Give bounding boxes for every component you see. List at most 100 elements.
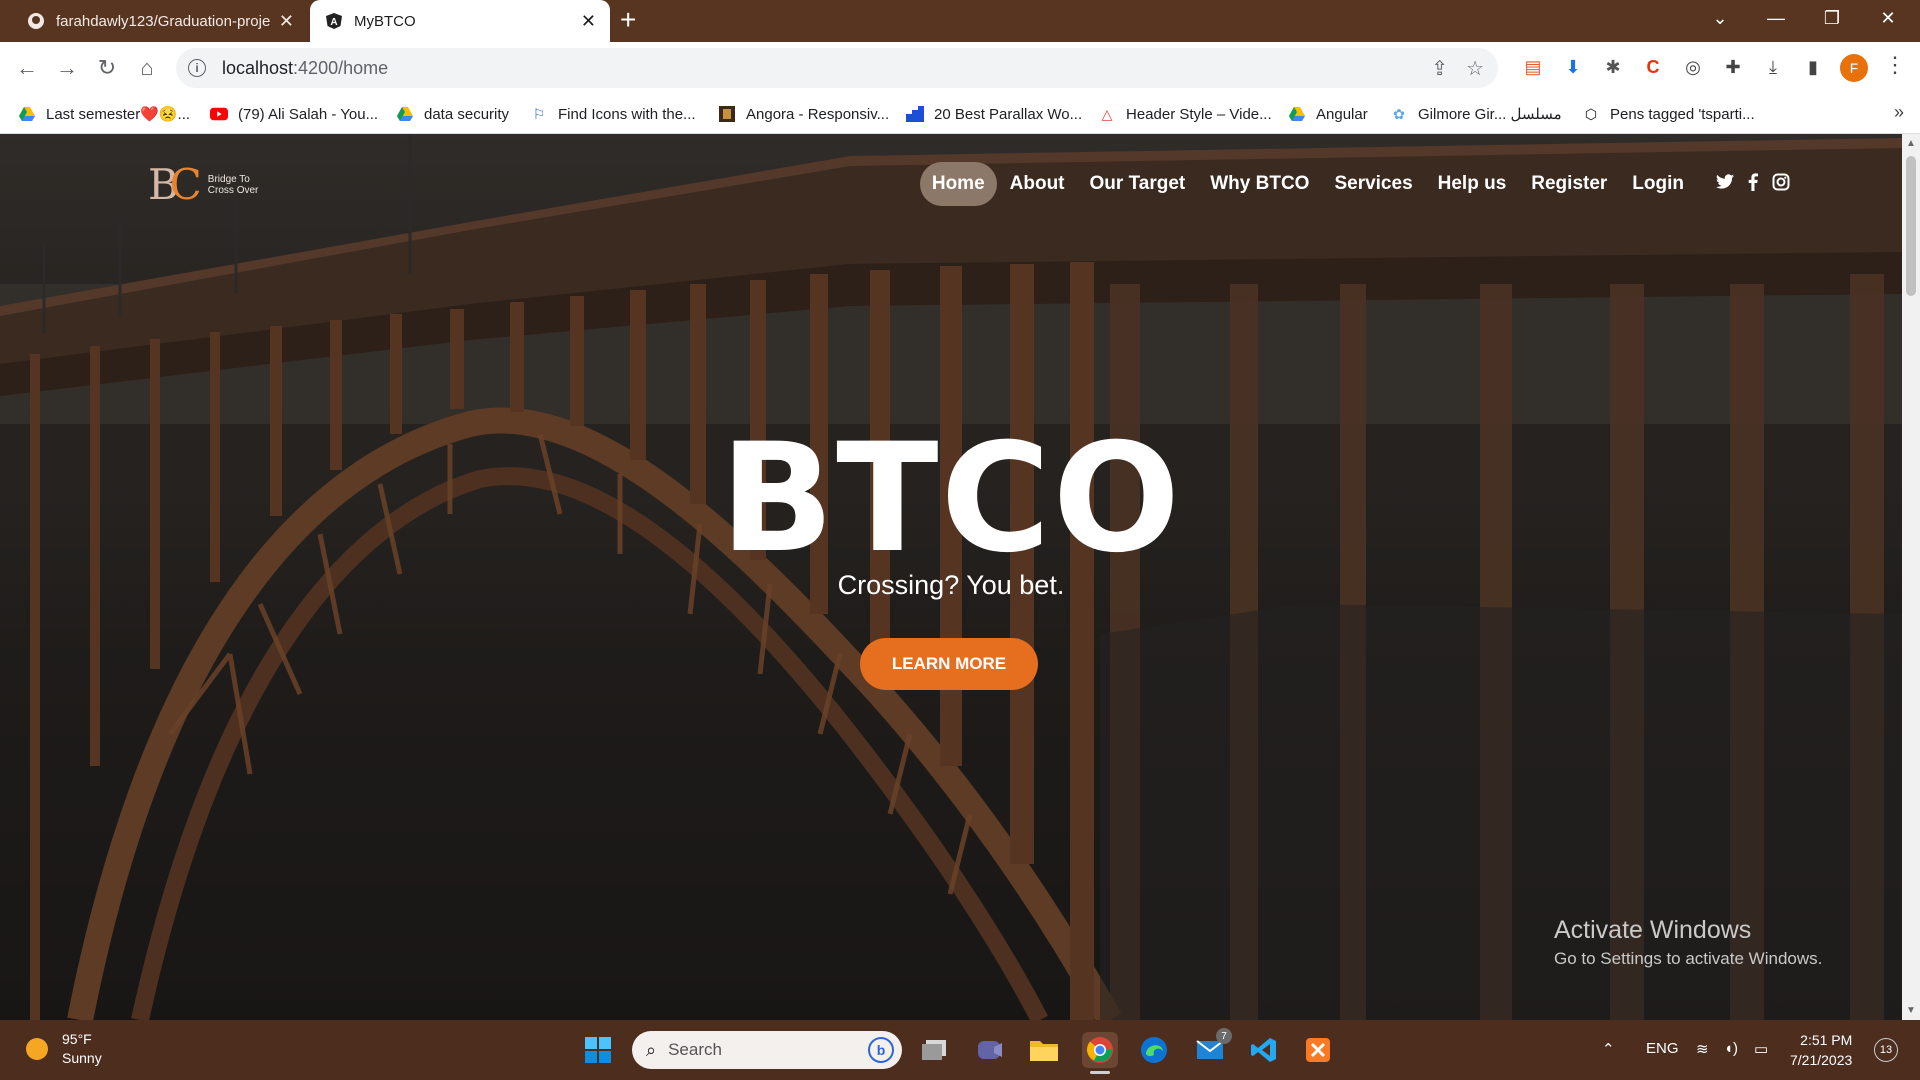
- nav-register[interactable]: Register: [1519, 162, 1619, 206]
- page-icon: [906, 105, 924, 123]
- nav-home[interactable]: Home: [919, 162, 997, 206]
- url-text[interactable]: localhost:4200/home: [222, 58, 388, 79]
- bing-icon[interactable]: b: [868, 1037, 894, 1063]
- codepen-icon: ⬡: [1584, 105, 1598, 122]
- bookmark-item[interactable]: 20 Best Parallax Wo...: [906, 94, 1082, 134]
- search-placeholder: Search: [668, 1040, 722, 1059]
- weather-temp: 95°F: [62, 1031, 92, 1047]
- page-icon: [718, 105, 736, 123]
- tab-mybtco[interactable]: A MyBTCO ✕: [310, 0, 610, 42]
- close-icon[interactable]: ✕: [279, 11, 294, 32]
- tab-github[interactable]: farahdawly123/Graduation-proje ✕: [12, 0, 308, 42]
- logo-mark: BC: [148, 160, 202, 209]
- clock-time: 2:51 PM: [1800, 1032, 1853, 1048]
- mail-badge: 7: [1216, 1028, 1232, 1044]
- nav-services[interactable]: Services: [1322, 162, 1424, 206]
- globe-icon: ✿: [1393, 105, 1405, 122]
- chevron-up-icon[interactable]: ⌃: [1602, 1040, 1615, 1058]
- share-icon[interactable]: ⇪: [1431, 56, 1448, 81]
- bookmark-item[interactable]: (79) Ali Salah - You...: [210, 94, 378, 134]
- reload-button[interactable]: ↻: [92, 54, 122, 82]
- bookmark-item[interactable]: data security: [396, 94, 509, 134]
- taskbar-search[interactable]: ⌕ Search b: [632, 1031, 902, 1069]
- tab-search-icon[interactable]: ⌄: [1692, 0, 1748, 36]
- page-scrollbar[interactable]: ▲ ▼: [1902, 134, 1920, 1020]
- weather-widget[interactable]: 95°F Sunny: [26, 1030, 102, 1068]
- google-drive-icon: [396, 105, 414, 123]
- main-nav: Home About Our Target Why BTCO Services …: [919, 162, 1790, 206]
- site-logo[interactable]: BC Bridge To Cross Over: [148, 164, 258, 206]
- scroll-down-icon[interactable]: ▼: [1906, 1005, 1916, 1016]
- bookmarks-bar: Last semester❤️😣... (79) Ali Salah - You…: [0, 94, 1920, 134]
- nav-help-us[interactable]: Help us: [1426, 162, 1519, 206]
- close-icon[interactable]: ✕: [581, 11, 596, 32]
- flag-icon: ⚐: [532, 105, 546, 122]
- teams-chat-icon[interactable]: [972, 1032, 1008, 1068]
- bookmark-item[interactable]: Angora - Responsiv...: [718, 94, 889, 134]
- site-info-icon[interactable]: i: [188, 59, 206, 77]
- tab-title: MyBTCO: [354, 12, 416, 30]
- battery-icon[interactable]: ▭: [1754, 1040, 1768, 1058]
- system-clock[interactable]: 2:51 PM 7/21/2023: [1790, 1030, 1852, 1070]
- volume-icon[interactable]: ◖): [1724, 1040, 1738, 1057]
- more-menu-icon[interactable]: ⋮: [1884, 52, 1906, 78]
- forward-button[interactable]: →: [52, 54, 82, 82]
- extension-icon[interactable]: C: [1640, 54, 1666, 80]
- bookmark-item[interactable]: Angular: [1288, 94, 1368, 134]
- tab-title: farahdawly123/Graduation-proje: [56, 12, 271, 30]
- chrome-icon[interactable]: [1082, 1032, 1118, 1074]
- clock-date: 7/21/2023: [1790, 1052, 1853, 1068]
- sun-icon: [26, 1038, 48, 1060]
- back-button[interactable]: ←: [12, 54, 42, 82]
- profile-avatar[interactable]: F: [1840, 54, 1868, 82]
- notification-count[interactable]: 13: [1874, 1038, 1898, 1062]
- nav-about[interactable]: About: [998, 162, 1077, 206]
- hero-title: BTCO: [719, 412, 1183, 586]
- browser-tab-bar: farahdawly123/Graduation-proje ✕ A MyBTC…: [0, 0, 1920, 42]
- scrollbar-thumb[interactable]: [1906, 156, 1916, 296]
- side-panel-icon[interactable]: ▮: [1800, 54, 1826, 80]
- nav-why-btco[interactable]: Why BTCO: [1198, 162, 1321, 206]
- nav-our-target[interactable]: Our Target: [1078, 162, 1198, 206]
- bookmark-item[interactable]: Last semester❤️😣...: [18, 94, 190, 134]
- wifi-icon[interactable]: ≋: [1696, 1040, 1709, 1058]
- bookmark-item[interactable]: ⚐ Find Icons with the...: [530, 94, 696, 134]
- nav-login[interactable]: Login: [1620, 162, 1696, 206]
- file-explorer-icon[interactable]: [1026, 1032, 1062, 1068]
- twitter-icon[interactable]: [1716, 173, 1734, 195]
- bookmark-item[interactable]: ✿ Gilmore Gir... مسلسل: [1390, 94, 1562, 134]
- mail-icon[interactable]: 7: [1192, 1028, 1232, 1068]
- bookmarks-overflow-icon[interactable]: »: [1894, 102, 1904, 123]
- extension-icon[interactable]: ◎: [1680, 54, 1706, 80]
- logo-text-line2: Cross Over: [207, 185, 259, 196]
- hero-subtitle: Crossing? You bet.: [837, 570, 1065, 600]
- edge-icon[interactable]: [1136, 1032, 1172, 1068]
- windows-taskbar: 95°F Sunny ⌕ Search b 7 ⌃ ENG ≋ ◖) ▭ 2:5…: [0, 1020, 1920, 1080]
- instagram-icon[interactable]: [1772, 173, 1790, 196]
- logo-text-line1: Bridge To: [207, 174, 250, 185]
- vscode-icon[interactable]: [1246, 1032, 1282, 1068]
- bug-extension-icon[interactable]: ✱: [1600, 54, 1626, 80]
- extension-icon[interactable]: ▤: [1520, 54, 1546, 80]
- restore-button[interactable]: ❐: [1804, 0, 1860, 36]
- language-indicator[interactable]: ENG: [1646, 1040, 1679, 1057]
- bookmark-item[interactable]: ⬡ Pens tagged 'tsparti...: [1582, 94, 1755, 134]
- bookmark-star-icon[interactable]: ☆: [1466, 56, 1484, 81]
- puzzle-icon[interactable]: ✚: [1720, 54, 1746, 80]
- downloads-icon[interactable]: ⤓: [1760, 54, 1786, 80]
- address-bar[interactable]: i localhost:4200/home ⇪ ☆: [176, 48, 1498, 88]
- new-tab-button[interactable]: +: [620, 6, 636, 34]
- triangle-icon: △: [1101, 105, 1113, 122]
- learn-more-button[interactable]: LEARN MORE: [860, 638, 1038, 690]
- xampp-icon[interactable]: [1300, 1032, 1336, 1068]
- start-button[interactable]: [580, 1032, 616, 1068]
- bookmark-item[interactable]: △ Header Style – Vide...: [1098, 94, 1272, 134]
- minimize-button[interactable]: —: [1748, 0, 1804, 36]
- task-view-icon[interactable]: [918, 1032, 954, 1068]
- download-extension-icon[interactable]: ⬇: [1560, 54, 1586, 80]
- watermark-title: Activate Windows: [1554, 916, 1752, 944]
- scroll-up-icon[interactable]: ▲: [1906, 138, 1916, 149]
- home-button[interactable]: ⌂: [132, 54, 162, 82]
- facebook-icon[interactable]: [1748, 172, 1758, 196]
- window-close-button[interactable]: ✕: [1860, 0, 1916, 36]
